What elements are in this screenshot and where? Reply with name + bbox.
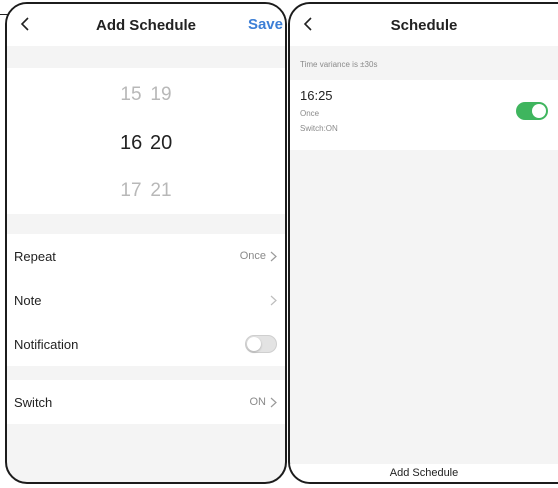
picker-hour[interactable]: 17 bbox=[120, 180, 142, 202]
settings-group: Repeat Once Note Notification bbox=[7, 234, 285, 366]
picker-hour[interactable]: 15 bbox=[120, 84, 142, 106]
picker-minute[interactable]: 21 bbox=[150, 180, 172, 202]
repeat-value: Once bbox=[239, 250, 266, 262]
switch-label: Switch bbox=[14, 394, 53, 410]
chevron-right-icon bbox=[270, 295, 277, 305]
notification-label: Notification bbox=[14, 336, 79, 352]
page-title: Add Schedule bbox=[95, 16, 196, 34]
schedule-repeat: Once bbox=[300, 109, 320, 118]
toggle-knob bbox=[247, 337, 261, 351]
add-schedule-button[interactable]: Add Schedule bbox=[390, 467, 459, 479]
back-arrow-icon[interactable] bbox=[17, 14, 35, 34]
picker-minute[interactable]: 19 bbox=[150, 84, 172, 106]
schedule-time: 16:25 bbox=[300, 88, 333, 103]
picker-row-selected[interactable]: 16 20 bbox=[7, 132, 285, 155]
navbar: Schedule bbox=[290, 4, 558, 46]
switch-group: Switch ON bbox=[7, 380, 285, 424]
schedule-switch-state: Switch:ON bbox=[300, 124, 338, 133]
schedule-item[interactable]: 16:25 Once Switch:ON bbox=[290, 80, 558, 150]
note-label: Note bbox=[14, 292, 42, 308]
picker-row-below[interactable]: 17 21 bbox=[7, 180, 285, 202]
time-variance-hint: Time variance is ±30s bbox=[300, 60, 378, 69]
back-arrow-icon[interactable] bbox=[300, 14, 318, 34]
note-row[interactable]: Note bbox=[7, 278, 285, 322]
schedule-list-screen: Schedule Time variance is ±30s 16:25 Onc… bbox=[288, 2, 558, 484]
picker-row-above[interactable]: 15 19 bbox=[7, 84, 285, 106]
page-title: Schedule bbox=[390, 16, 458, 34]
save-button[interactable]: Save bbox=[248, 16, 283, 33]
navbar: Add Schedule Save bbox=[7, 4, 285, 46]
chevron-right-icon bbox=[270, 397, 277, 407]
notification-row: Notification bbox=[7, 322, 285, 366]
chevron-right-icon bbox=[270, 251, 277, 261]
add-schedule-screen: Add Schedule Save 15 19 16 20 17 21 Repe… bbox=[5, 2, 287, 484]
switch-row[interactable]: Switch ON bbox=[7, 380, 285, 424]
repeat-row[interactable]: Repeat Once bbox=[7, 234, 285, 278]
time-picker[interactable]: 15 19 16 20 17 21 bbox=[7, 68, 285, 214]
toggle-knob bbox=[532, 104, 546, 118]
picker-hour-selected[interactable]: 16 bbox=[120, 132, 142, 155]
repeat-label: Repeat bbox=[14, 248, 56, 264]
picker-minute-selected[interactable]: 20 bbox=[150, 132, 172, 155]
bottom-bar: Add Schedule bbox=[290, 464, 558, 482]
switch-value: ON bbox=[249, 396, 267, 408]
schedule-toggle[interactable] bbox=[516, 102, 548, 120]
notification-toggle[interactable] bbox=[245, 335, 277, 353]
